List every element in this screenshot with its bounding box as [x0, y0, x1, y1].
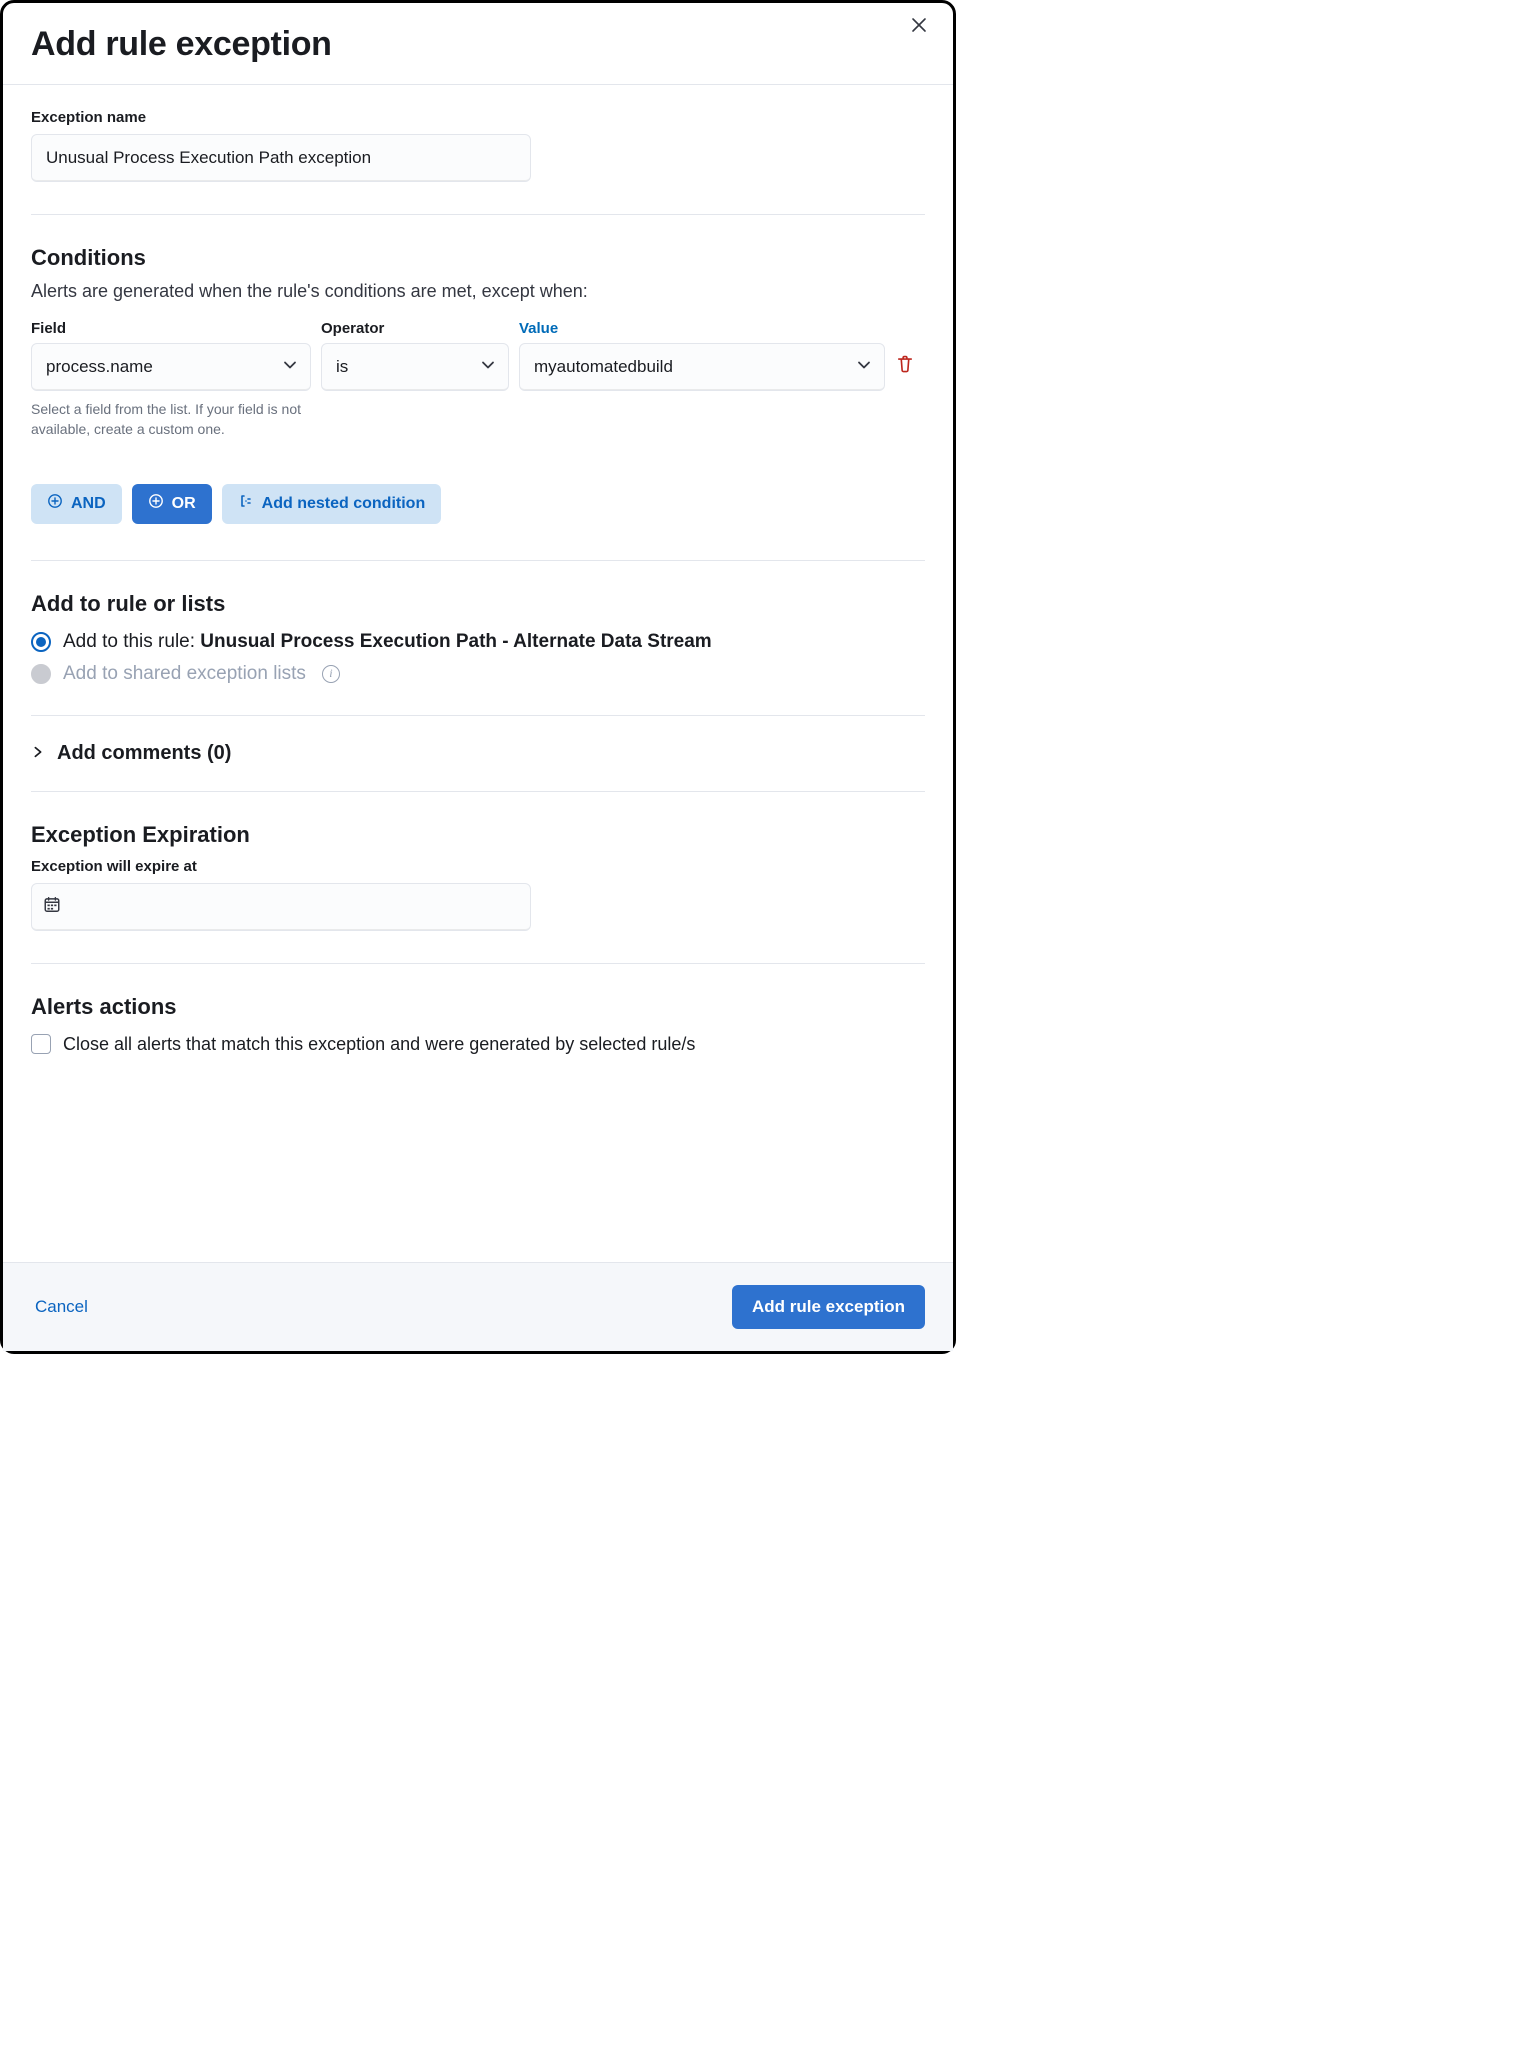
- add-nested-button[interactable]: Add nested condition: [222, 484, 442, 524]
- close-icon: [911, 20, 927, 37]
- divider: [31, 963, 925, 964]
- checkbox-unchecked-icon: [31, 1034, 51, 1054]
- add-to-rule-prefix: Add to this rule:: [63, 631, 200, 652]
- field-select[interactable]: process.name: [31, 343, 311, 391]
- modal-footer: Cancel Add rule exception: [3, 1262, 953, 1351]
- close-alerts-label: Close all alerts that match this excepti…: [63, 1034, 695, 1055]
- add-comments-label: Add comments (0): [57, 742, 231, 765]
- exception-name-input[interactable]: [31, 134, 531, 182]
- or-button-label: OR: [172, 495, 196, 513]
- chevron-down-icon: [480, 357, 496, 378]
- expiration-title: Exception Expiration: [31, 822, 925, 848]
- conditions-description: Alerts are generated when the rule's con…: [31, 281, 925, 302]
- calendar-icon: [43, 895, 61, 918]
- close-alerts-checkbox-row[interactable]: Close all alerts that match this excepti…: [31, 1034, 925, 1055]
- divider: [3, 84, 953, 85]
- add-to-rule-label: Add to this rule: Unusual Process Execut…: [63, 631, 712, 653]
- add-to-title: Add to rule or lists: [31, 591, 925, 617]
- value-select[interactable]: myautomatedbuild: [519, 343, 885, 391]
- operator-select-value: is: [336, 357, 348, 377]
- expiration-date-input[interactable]: [31, 883, 531, 931]
- value-select-value: myautomatedbuild: [534, 357, 673, 377]
- modal-body-scroll[interactable]: Exception name Conditions Alerts are gen…: [3, 84, 953, 1262]
- cancel-button[interactable]: Cancel: [31, 1293, 92, 1321]
- conditions-title: Conditions: [31, 245, 925, 271]
- operator-column-label: Operator: [321, 320, 509, 337]
- value-column-label: Value: [519, 320, 885, 337]
- divider: [31, 791, 925, 792]
- or-button[interactable]: OR: [132, 484, 212, 524]
- close-button[interactable]: [911, 17, 935, 41]
- field-column-label: Field: [31, 320, 311, 337]
- operator-select[interactable]: is: [321, 343, 509, 391]
- chevron-right-icon: [31, 742, 45, 765]
- add-to-rule-name: Unusual Process Execution Path - Alterna…: [200, 631, 711, 652]
- and-button[interactable]: AND: [31, 484, 122, 524]
- radio-checked-icon: [31, 632, 51, 652]
- field-help-text: Select a field from the list. If your fi…: [31, 399, 311, 440]
- condition-row: Field process.name Select a field from t…: [31, 320, 925, 440]
- modal-header: Add rule exception: [3, 3, 953, 84]
- add-comments-accordion[interactable]: Add comments (0): [31, 716, 925, 791]
- plus-circle-icon: [148, 493, 164, 514]
- condition-button-row: AND OR Add nested condition: [31, 484, 925, 524]
- field-select-value: process.name: [46, 357, 153, 377]
- trash-icon: [895, 361, 915, 378]
- modal-title: Add rule exception: [31, 25, 925, 64]
- info-icon[interactable]: i: [322, 665, 340, 683]
- radio-disabled-icon: [31, 664, 51, 684]
- plus-circle-icon: [47, 493, 63, 514]
- delete-condition-button[interactable]: [895, 354, 925, 379]
- alerts-actions-title: Alerts actions: [31, 994, 925, 1020]
- add-to-shared-radio: Add to shared exception lists i: [31, 663, 925, 685]
- nested-icon: [238, 493, 254, 514]
- and-button-label: AND: [71, 495, 106, 513]
- add-nested-label: Add nested condition: [262, 495, 426, 513]
- chevron-down-icon: [856, 357, 872, 378]
- expiration-label: Exception will expire at: [31, 858, 925, 875]
- exception-name-label: Exception name: [31, 109, 925, 126]
- add-to-shared-label: Add to shared exception lists: [63, 663, 306, 685]
- divider: [31, 214, 925, 215]
- submit-button[interactable]: Add rule exception: [732, 1285, 925, 1329]
- add-to-radio-group: Add to this rule: Unusual Process Execut…: [31, 631, 925, 685]
- chevron-down-icon: [282, 357, 298, 378]
- add-to-rule-radio[interactable]: Add to this rule: Unusual Process Execut…: [31, 631, 925, 653]
- divider: [31, 560, 925, 561]
